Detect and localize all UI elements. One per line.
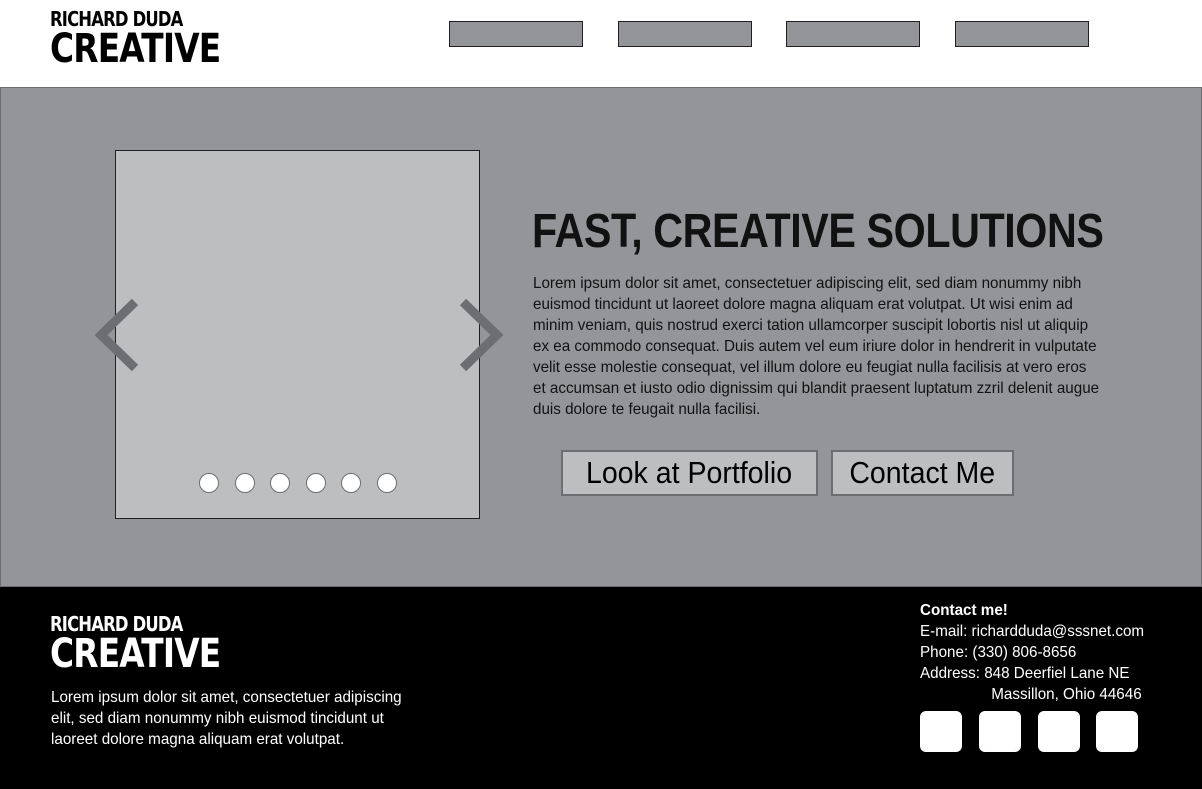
contact-title: Contact me! xyxy=(920,602,1008,619)
contact-address-line1: Address: 848 Deerfiel Lane NE xyxy=(920,665,1130,682)
footer-logo[interactable]: RICHARD DUDA CREATIVE xyxy=(50,613,258,677)
hero-section: FAST, CREATIVE SOLUTIONS Lorem ipsum dol… xyxy=(0,87,1202,587)
chevron-left-icon[interactable] xyxy=(91,296,141,374)
footer-description: Lorem ipsum dolor sit amet, consectetuer… xyxy=(51,689,402,748)
site-header: RICHARD DUDA CREATIVE xyxy=(0,0,1202,87)
contact-button-label: Contact Me xyxy=(849,455,996,490)
portfolio-button-label: Look at Portfolio xyxy=(586,455,793,490)
site-footer: RICHARD DUDA CREATIVE Lorem ipsum dolor … xyxy=(0,587,1202,789)
nav-item-2[interactable] xyxy=(618,21,752,47)
hero-description: Lorem ipsum dolor sit amet, consectetuer… xyxy=(533,275,1100,418)
portfolio-button[interactable]: Look at Portfolio xyxy=(561,450,818,496)
contact-info: Contact me! E-mail: richardduda@sssnet.c… xyxy=(920,600,1177,705)
slider-dot[interactable] xyxy=(306,473,326,493)
footer-logo-bottom-text: CREATIVE xyxy=(50,631,221,677)
nav-item-4[interactable] xyxy=(955,21,1089,47)
site-logo[interactable]: RICHARD DUDA CREATIVE xyxy=(50,8,258,72)
contact-address-line2: Massillon, Ohio 44646 xyxy=(991,686,1142,703)
social-icon[interactable] xyxy=(1038,711,1080,752)
social-icon[interactable] xyxy=(1096,711,1138,752)
slider-dot[interactable] xyxy=(341,473,361,493)
contact-button[interactable]: Contact Me xyxy=(831,450,1014,496)
contact-email[interactable]: E-mail: richardduda@sssnet.com xyxy=(920,621,1177,642)
slider-dot[interactable] xyxy=(235,473,255,493)
social-icon[interactable] xyxy=(920,711,962,752)
contact-phone: Phone: (330) 806-8656 xyxy=(920,644,1077,661)
chevron-right-icon[interactable] xyxy=(457,296,507,374)
image-slider[interactable] xyxy=(115,150,480,519)
nav-item-3[interactable] xyxy=(786,21,920,47)
slider-dot[interactable] xyxy=(270,473,290,493)
nav-item-1[interactable] xyxy=(449,21,583,47)
hero-headline: FAST, CREATIVE SOLUTIONS xyxy=(532,205,1104,258)
slider-dot[interactable] xyxy=(199,473,219,493)
slider-dot[interactable] xyxy=(377,473,397,493)
social-icon[interactable] xyxy=(979,711,1021,752)
logo-bottom-text: CREATIVE xyxy=(50,26,221,72)
